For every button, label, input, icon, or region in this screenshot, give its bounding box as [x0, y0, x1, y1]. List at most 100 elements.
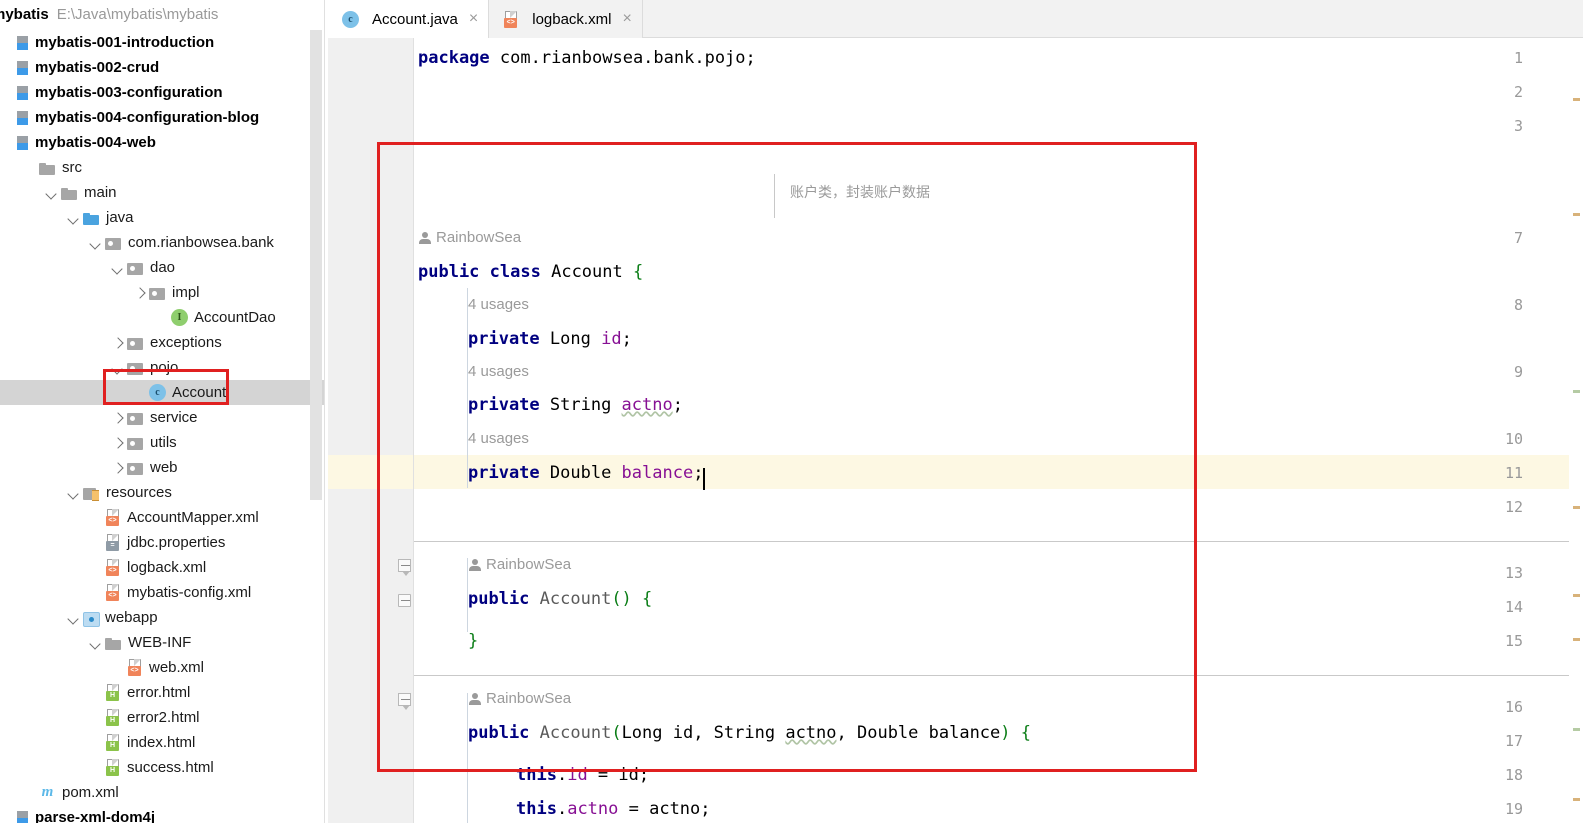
tree-item-src[interactable]: src	[0, 155, 324, 180]
code-line-17[interactable]: this.id = id;	[516, 758, 649, 792]
code-line-9[interactable]: private String actno;	[468, 388, 683, 422]
chevron-down-icon[interactable]	[68, 212, 79, 223]
tree-item-success-html[interactable]: Hsuccess.html	[0, 755, 324, 780]
fold-marker-expanded[interactable]	[398, 559, 412, 573]
tree-item-service[interactable]: service	[0, 405, 324, 430]
fold-marker-expanded[interactable]	[398, 693, 412, 707]
inlay-hint-author-class[interactable]: RainbowSea	[418, 221, 521, 255]
chevron-down-icon[interactable]	[90, 237, 101, 248]
tree-item-mybatis-004-web[interactable]: mybatis-004-web	[0, 130, 324, 155]
keyword-public: public	[468, 723, 529, 743]
analysis-marker[interactable]	[1573, 594, 1580, 597]
tree-item-label: success.html	[127, 755, 214, 780]
tree-item-web[interactable]: web	[0, 455, 324, 480]
tree-item-index-html[interactable]: Hindex.html	[0, 730, 324, 755]
chevron-right-icon[interactable]	[112, 412, 123, 423]
inlay-hint-usages-id[interactable]: 4 usages	[468, 288, 529, 322]
ide-window: mybatis E:\Java\mybatis\mybatis mybatis-…	[0, 0, 1583, 823]
module-icon	[17, 136, 29, 150]
analysis-marker[interactable]	[1573, 390, 1580, 393]
chevron-right-icon[interactable]	[112, 437, 123, 448]
tree-item-resources[interactable]: resources	[0, 480, 324, 505]
tree-item-label: webapp	[105, 605, 158, 630]
tree-spacer	[90, 712, 101, 723]
chevron-right-icon[interactable]	[112, 337, 123, 348]
tree-item-mybatis-002-crud[interactable]: mybatis-002-crud	[0, 55, 324, 80]
inlay-hint-author-ctor2[interactable]: RainbowSea	[468, 682, 571, 716]
tree-item-label: AccountDao	[194, 305, 276, 330]
folded-javadoc-comment[interactable]: 账户类，封装账户数据	[790, 182, 930, 202]
chevron-right-icon[interactable]	[112, 462, 123, 473]
tree-item-web-xml[interactable]: <>web.xml	[0, 655, 324, 680]
package-icon	[105, 236, 122, 250]
code-line-13[interactable]: public Account() {	[468, 582, 652, 616]
close-icon[interactable]: ×	[622, 10, 631, 28]
tree-item-pom-xml[interactable]: mpom.xml	[0, 780, 324, 805]
tree-item-logback-xml[interactable]: <>logback.xml	[0, 555, 324, 580]
tree-item-label: utils	[150, 430, 177, 455]
tab-label: logback.xml	[532, 11, 611, 28]
tree-item-accountmapper-xml[interactable]: <>AccountMapper.xml	[0, 505, 324, 530]
project-tree[interactable]: mybatis-001-introductionmybatis-002-crud…	[0, 30, 324, 823]
tree-item-jdbc-properties[interactable]: =jdbc.properties	[0, 530, 324, 555]
fold-marker-end[interactable]	[398, 594, 412, 608]
project-tool-window[interactable]: mybatis E:\Java\mybatis\mybatis mybatis-…	[0, 0, 324, 823]
inlay-hint-author-ctor1[interactable]: RainbowSea	[468, 548, 571, 582]
chevron-right-icon[interactable]	[134, 287, 145, 298]
analysis-marker[interactable]	[1573, 728, 1580, 731]
analysis-marker[interactable]	[1573, 506, 1580, 509]
tree-item-mybatis-config-xml[interactable]: <>mybatis-config.xml	[0, 580, 324, 605]
tree-item-utils[interactable]: utils	[0, 430, 324, 455]
code-canvas[interactable]: 1 2 3 7 8 9 10 11 12 13 14 15 16 17 18 1…	[328, 38, 1583, 823]
tab-account-java[interactable]: c Account.java ×	[328, 0, 489, 38]
inlay-hint-usages-actno[interactable]: 4 usages	[468, 355, 529, 389]
close-icon[interactable]: ×	[469, 10, 478, 28]
code-line-1[interactable]: package com.rianbowsea.bank.pojo;	[418, 41, 756, 75]
chevron-down-icon[interactable]	[68, 487, 79, 498]
tree-item-web-inf[interactable]: WEB-INF	[0, 630, 324, 655]
code-line-10[interactable]: private Double balance;	[468, 456, 705, 490]
assignment: = actno;	[618, 799, 710, 819]
tree-item-java[interactable]: java	[0, 205, 324, 230]
tree-item-accountdao[interactable]: I AccountDao	[0, 305, 324, 330]
chevron-down-icon[interactable]	[112, 362, 123, 373]
tree-item-impl[interactable]: impl	[0, 280, 324, 305]
code-line-18[interactable]: this.actno = actno;	[516, 792, 711, 823]
tree-item-mybatis-003-configuration[interactable]: mybatis-003-configuration	[0, 80, 324, 105]
chevron-down-icon[interactable]	[46, 187, 57, 198]
code-line-7[interactable]: public class Account {	[418, 255, 643, 289]
keyword-private: private	[468, 395, 540, 415]
chevron-down-icon[interactable]	[68, 612, 79, 623]
tree-item-pojo[interactable]: pojo	[0, 355, 324, 380]
tree-item-parse-xml-dom4j[interactable]: parse-xml-dom4j	[0, 805, 324, 823]
interface-icon: I	[171, 309, 188, 326]
chevron-down-icon[interactable]	[112, 262, 123, 273]
tree-item-error-html[interactable]: Herror.html	[0, 680, 324, 705]
project-header[interactable]: mybatis E:\Java\mybatis\mybatis	[0, 0, 324, 28]
tree-spacer	[2, 87, 13, 98]
tab-logback-xml[interactable]: <> logback.xml ×	[489, 0, 643, 38]
tree-item-account[interactable]: cAccount	[0, 380, 324, 405]
tree-item-mybatis-001-introduction[interactable]: mybatis-001-introduction	[0, 30, 324, 55]
tree-item-error2-html[interactable]: Herror2.html	[0, 705, 324, 730]
chevron-down-icon[interactable]	[90, 637, 101, 648]
sidebar-scrollbar-thumb[interactable]	[310, 30, 322, 500]
analysis-marker[interactable]	[1573, 798, 1580, 801]
code-line-14[interactable]: }	[468, 624, 478, 658]
tree-item-com-rianbowsea-bank[interactable]: com.rianbowsea.bank	[0, 230, 324, 255]
method-separator	[414, 541, 1583, 542]
inlay-hint-usages-balance[interactable]: 4 usages	[468, 422, 529, 456]
analysis-marker[interactable]	[1573, 98, 1580, 101]
tree-item-exceptions[interactable]: exceptions	[0, 330, 324, 355]
analysis-marker-strip[interactable]	[1569, 38, 1583, 823]
editor-tab-bar[interactable]: c Account.java × <> logback.xml ×	[328, 0, 1583, 38]
code-line-16[interactable]: public Account(Long id, String actno, Do…	[468, 716, 1031, 750]
analysis-marker[interactable]	[1573, 213, 1580, 216]
line-number: 16	[1483, 690, 1523, 724]
analysis-marker[interactable]	[1573, 638, 1580, 641]
code-line-8[interactable]: private Long id;	[468, 322, 632, 356]
tree-item-main[interactable]: main	[0, 180, 324, 205]
tree-item-dao[interactable]: dao	[0, 255, 324, 280]
tree-item-webapp[interactable]: webapp	[0, 605, 324, 630]
tree-item-mybatis-004-configuration-blog[interactable]: mybatis-004-configuration-blog	[0, 105, 324, 130]
